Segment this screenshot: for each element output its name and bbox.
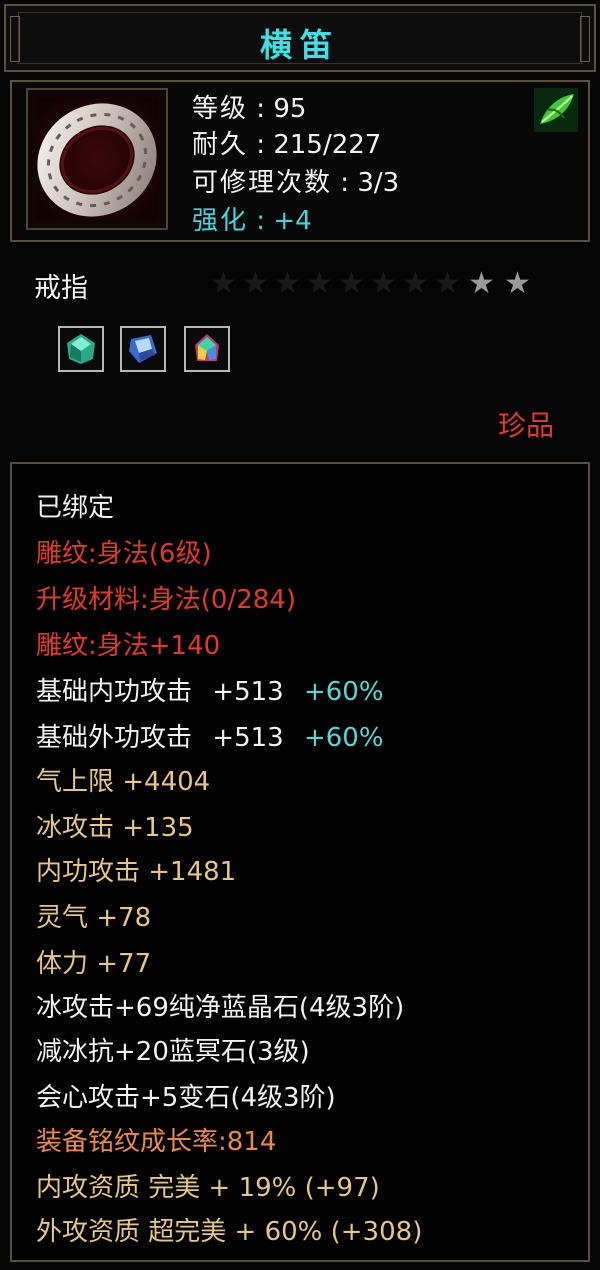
- base-inner-attack-label: 基础内功攻击: [36, 677, 193, 707]
- base-outer-attack-label: 基础外功攻击: [36, 723, 193, 753]
- enhance-label: 强化: [192, 206, 249, 236]
- outer-quality-line: 外攻资质 超完美 + 60% (+308): [36, 1217, 423, 1247]
- item-header: 等级 : 95 耐久 : 215/227 可修理次数 : 3/3 强化 : +4: [10, 80, 590, 242]
- engrave-line: 雕纹:身法(6级): [36, 539, 212, 569]
- spirit-line: 灵气 +78: [36, 903, 152, 933]
- rainbow-gem-icon: [195, 334, 219, 361]
- qi-max-line: 气上限 +4404: [36, 767, 211, 797]
- repair-value: 3/3: [357, 168, 400, 198]
- star-icon: ★: [370, 266, 397, 301]
- level-separator: :: [248, 94, 274, 124]
- star-icon: ★: [306, 266, 333, 301]
- star-rating: ★ ★ ★ ★ ★ ★ ★ ★ ★ ★: [210, 266, 550, 306]
- repair-separator: :: [332, 168, 358, 198]
- enhance-value: +4: [273, 206, 312, 236]
- base-inner-attack-percent: +60%: [303, 677, 384, 707]
- item-tooltip: 横笛 等级: 95 耐久: 215/227 可修理次数: 3/3 强化:…: [0, 0, 600, 1270]
- durability-separator: :: [248, 130, 274, 160]
- inner-attack-line: 内功攻击 +1481: [36, 857, 237, 887]
- stamina-line: 体力 +77: [36, 949, 152, 979]
- ice-attack-line: 冰攻击 +135: [36, 813, 194, 843]
- base-inner-attack-line: 基础内功攻击 +513 +60%: [36, 676, 384, 708]
- star-icon: ★: [274, 266, 301, 301]
- gem-bonus-line-2: 减冰抗+20蓝冥石(3级): [36, 1037, 310, 1067]
- level-stat: 等级 : 95: [192, 88, 306, 125]
- gem-slot-3[interactable]: [184, 326, 230, 372]
- leaf-icon[interactable]: [534, 88, 578, 132]
- gem-slot-1[interactable]: [58, 326, 104, 372]
- inner-quality-line: 内攻资质 完美 + 19% (+97): [36, 1173, 380, 1203]
- repair-stat: 可修理次数 : 3/3: [192, 162, 399, 199]
- star-icon: ★: [210, 266, 237, 301]
- engrave-bonus-line: 雕纹:身法+140: [36, 631, 221, 661]
- star-icon: ★: [338, 266, 365, 301]
- star-icon: ★: [504, 266, 531, 301]
- durability-value: 215/227: [273, 130, 382, 160]
- title-bar: 横笛: [4, 4, 596, 72]
- star-icon: ★: [468, 266, 495, 301]
- base-outer-attack-percent: +60%: [303, 723, 384, 753]
- item-type: 戒指: [34, 273, 88, 304]
- durability-label: 耐久: [192, 130, 249, 160]
- repair-label: 可修理次数: [192, 168, 333, 198]
- upgrade-material-line: 升级材料:身法(0/284): [36, 585, 296, 615]
- enhance-stat: 强化 : +4: [192, 200, 312, 237]
- item-icon-frame[interactable]: [26, 88, 168, 230]
- gem-bonus-line-3: 会心攻击+5变石(4级3阶): [36, 1083, 336, 1113]
- level-label: 等级: [192, 94, 249, 124]
- base-inner-attack-value: +513: [212, 677, 284, 707]
- rarity-label: 珍品: [497, 409, 554, 442]
- level-value: 95: [273, 94, 307, 124]
- attributes-panel: 已绑定 雕纹:身法(6级) 升级材料:身法(0/284) 雕纹:身法+140 基…: [10, 462, 590, 1262]
- ring-icon: [36, 98, 158, 220]
- base-outer-attack-line: 基础外功攻击 +513 +60%: [36, 722, 384, 754]
- gem-slot-2[interactable]: [120, 326, 166, 372]
- enhance-separator: :: [248, 206, 274, 236]
- bound-status: 已绑定: [36, 493, 115, 523]
- star-icon: ★: [434, 266, 461, 301]
- green-gem-icon: [67, 334, 95, 364]
- growth-rate-line: 装备铭纹成长率:814: [36, 1127, 277, 1157]
- item-name: 横笛: [259, 26, 340, 64]
- star-icon: ★: [402, 266, 429, 301]
- base-outer-attack-value: +513: [212, 723, 284, 753]
- durability-stat: 耐久 : 215/227: [192, 124, 381, 161]
- blue-gem-icon: [129, 335, 157, 363]
- gem-bonus-line-1: 冰攻击+69纯净蓝晶石(4级3阶): [36, 993, 405, 1023]
- star-icon: ★: [242, 266, 269, 301]
